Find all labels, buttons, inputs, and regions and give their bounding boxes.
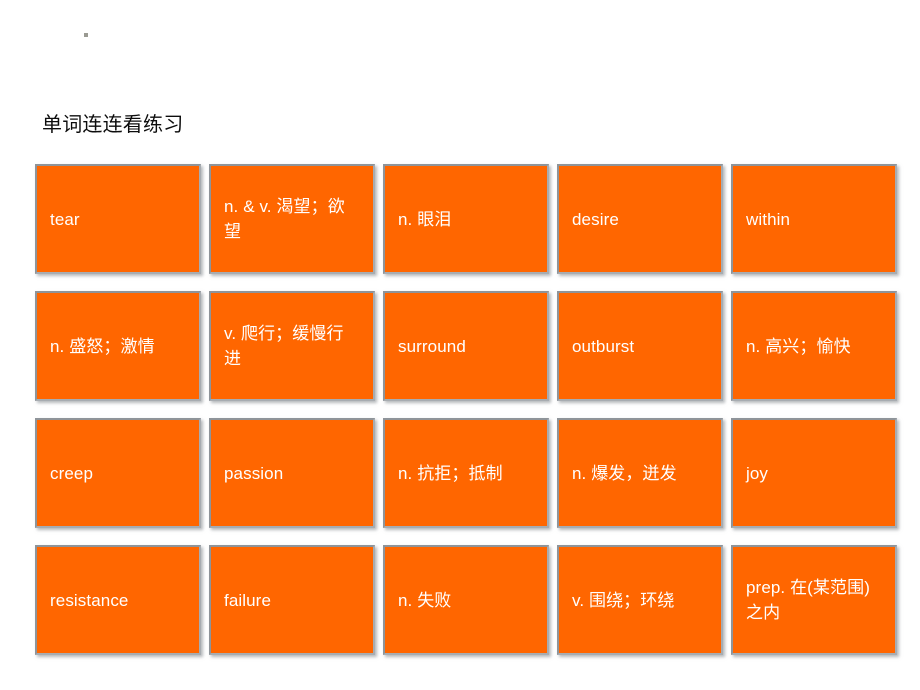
word-card-label: within [746,209,791,229]
word-card[interactable]: n. 眼泪 [383,164,549,274]
word-card-label: surround [398,336,466,356]
word-card[interactable]: passion [209,418,375,528]
word-card[interactable]: failure [209,545,375,655]
word-card[interactable]: outburst [557,291,723,401]
word-card[interactable]: n. 高兴；愉快 [731,291,897,401]
word-card[interactable]: prep. 在(某范围)之内 [731,545,897,655]
word-card-label: prep. 在(某范围)之内 [746,578,870,622]
word-card-label: v. 爬行；缓慢行进 [224,324,344,368]
word-card[interactable]: within [731,164,897,274]
word-card[interactable]: resistance [35,545,201,655]
word-card-label: n. & v. 渴望；欲望 [224,197,345,241]
word-card[interactable]: v. 围绕；环绕 [557,545,723,655]
word-card-label: failure [224,590,272,610]
word-card-label: tear [50,209,80,229]
word-card-label: creep [50,463,94,483]
word-card[interactable]: n. 爆发，迸发 [557,418,723,528]
word-card[interactable]: desire [557,164,723,274]
word-card[interactable]: n. & v. 渴望；欲望 [209,164,375,274]
word-card-label: passion [224,463,284,483]
word-card-label: n. 抗拒；抵制 [398,463,503,483]
word-card[interactable]: v. 爬行；缓慢行进 [209,291,375,401]
word-card-label: n. 盛怒；激情 [50,336,155,356]
word-card[interactable]: n. 盛怒；激情 [35,291,201,401]
slide-canvas: 单词连连看练习 tear n. & v. 渴望；欲望 n. 眼泪 desire … [0,0,920,690]
bullet-marker-icon [84,33,88,37]
word-card-label: outburst [572,336,635,356]
word-card-label: joy [746,463,769,483]
word-card-label: v. 围绕；环绕 [572,590,675,610]
word-card-label: n. 爆发，迸发 [572,463,677,483]
word-card-label: n. 高兴；愉快 [746,336,851,356]
word-card[interactable]: surround [383,291,549,401]
word-card-label: n. 眼泪 [398,209,452,229]
word-card[interactable]: joy [731,418,897,528]
word-card[interactable]: creep [35,418,201,528]
word-card[interactable]: n. 抗拒；抵制 [383,418,549,528]
word-card-label: resistance [50,590,129,610]
word-match-grid: tear n. & v. 渴望；欲望 n. 眼泪 desire within n… [35,164,897,655]
page-title: 单词连连看练习 [42,114,184,136]
word-card-label: desire [572,209,619,229]
word-card-label: n. 失败 [398,590,452,610]
word-card[interactable]: n. 失败 [383,545,549,655]
word-card[interactable]: tear [35,164,201,274]
